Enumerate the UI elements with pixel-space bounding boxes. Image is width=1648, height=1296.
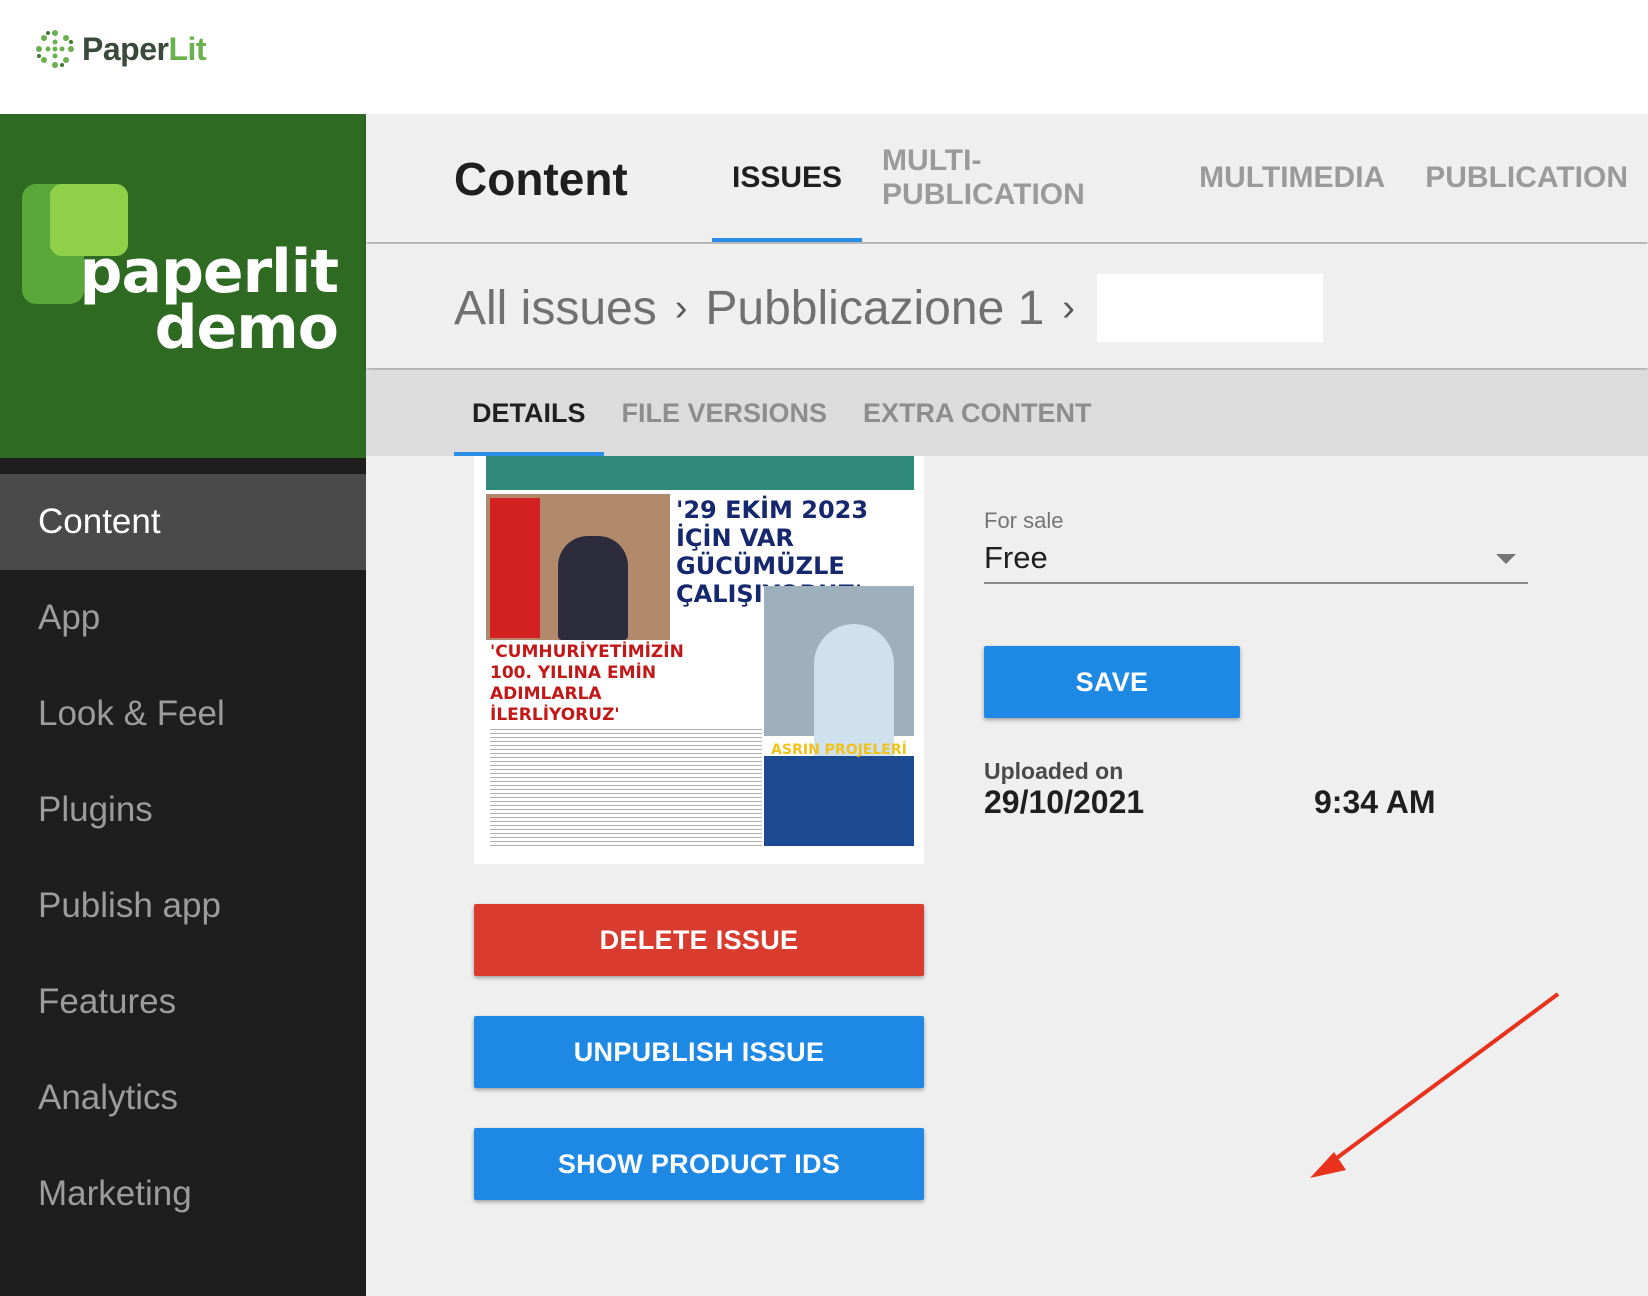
detail-tabs: DETAILS FILE VERSIONS EXTRA CONTENT [454,370,1110,456]
page-title: Content [454,153,628,205]
show-product-ids-button[interactable]: SHOW PRODUCT IDS [474,1128,924,1200]
cover-red-headline: 'CUMHURİYETİMİZİN 100. YILINA EMİN ADIML… [490,642,684,725]
for-sale-value: Free [984,540,1048,575]
app-logo-line2: demo [154,293,339,363]
breadcrumb-separator-icon: › [674,286,688,329]
sidebar-item-publish-app[interactable]: Publish app [0,858,366,954]
sidebar-item-analytics[interactable]: Analytics [0,1050,366,1146]
sidebar-item-plugins[interactable]: Plugins [0,762,366,858]
app-logo-text: paperlit demo [79,237,339,363]
cover-body-text [490,726,762,846]
cover-blue-title: ASRIN PROJELERİ [771,742,907,758]
cover-blue-box [764,756,914,846]
uploaded-date: 29/10/2021 [984,784,1145,820]
uploaded-time: 9:34 AM [1314,784,1436,820]
brand-name: PaperLit [82,30,207,68]
breadcrumb-bar: All issues › Pubblicazione 1 › [366,244,1648,368]
sidebar-item-app[interactable]: App [0,570,366,666]
cover-top-strip [486,456,914,490]
for-sale-select[interactable]: Free [984,534,1528,584]
sidebar-item-features[interactable]: Features [0,954,366,1050]
cover-person-image [558,536,628,640]
save-button[interactable]: SAVE [984,646,1240,718]
breadcrumb-separator-icon: › [1062,286,1075,329]
dropdown-caret-icon [1496,554,1516,564]
tab-multi-publication[interactable]: MULTI-PUBLICATION [862,114,1179,242]
main-area: Content ISSUES MULTI-PUBLICATION MULTIME… [366,114,1648,1296]
annotation-arrow-icon [1310,992,1560,1178]
tab-file-versions[interactable]: FILE VERSIONS [604,370,846,456]
tab-publication[interactable]: PUBLICATION [1405,114,1648,242]
paperlit-logo[interactable]: PaperLit [34,28,207,70]
for-sale-label: For sale [984,508,1064,533]
brand-name-paper: Paper [82,30,169,67]
turkish-flag-image [490,498,540,638]
top-bar: PaperLit [0,0,1648,114]
tab-multimedia[interactable]: MULTIMEDIA [1179,114,1405,242]
sidebar-item-look-and-feel[interactable]: Look & Feel [0,666,366,762]
issue-cover-thumbnail: '29 EKİM 2023 İÇİN VAR GÜCÜMÜZLE ÇALIŞIY… [474,456,924,864]
uploaded-label: Uploaded on [984,758,1124,784]
sidebar: paperlit demo Content App Look & Feel Pl… [0,114,366,1296]
sidebar-item-marketing[interactable]: Marketing [0,1146,366,1242]
section-header: Content ISSUES MULTI-PUBLICATION MULTIME… [366,114,1648,242]
tab-issues[interactable]: ISSUES [712,114,863,242]
sidebar-nav: Content App Look & Feel Plugins Publish … [0,474,366,1242]
detail-tabs-bar: DETAILS FILE VERSIONS EXTRA CONTENT [366,370,1648,456]
brand-name-lit: Lit [168,30,207,67]
delete-issue-button[interactable]: DELETE ISSUE [474,904,924,976]
paperlit-dots-icon [36,30,74,68]
tab-extra-content[interactable]: EXTRA CONTENT [845,370,1110,456]
breadcrumb-all-issues[interactable]: All issues [454,281,657,336]
section-tabs: ISSUES MULTI-PUBLICATION MULTIMEDIA PUBL… [712,114,1648,242]
breadcrumb-issue-redacted [1096,274,1323,342]
app-logo: paperlit demo [0,114,366,458]
unpublish-issue-button[interactable]: UNPUBLISH ISSUE [474,1016,924,1088]
tab-details[interactable]: DETAILS [454,370,604,456]
breadcrumb-publication[interactable]: Pubblicazione 1 [705,281,1044,336]
app-logo-line1: paperlit [79,237,339,307]
sidebar-item-content[interactable]: Content [0,474,366,570]
breadcrumb: All issues › Pubblicazione 1 › [454,274,1323,342]
